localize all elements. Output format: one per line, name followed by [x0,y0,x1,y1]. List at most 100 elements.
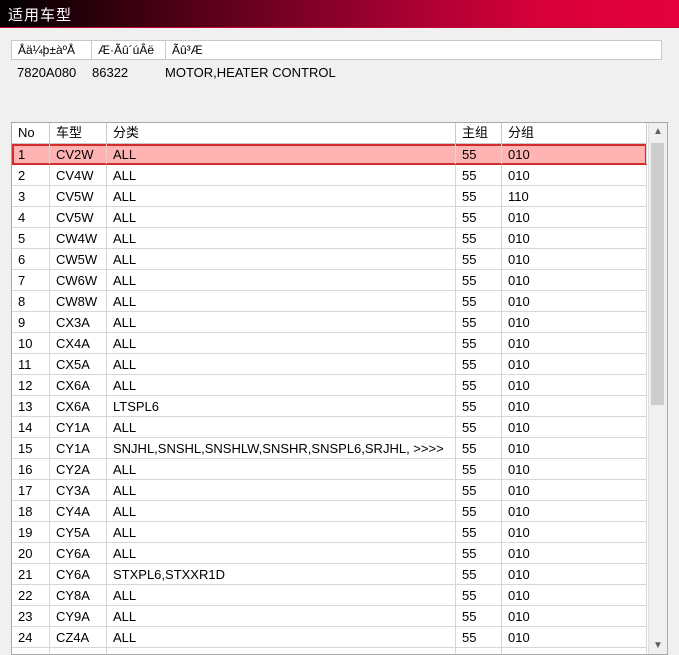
cell-main-group: 55 [456,333,502,353]
cell-category: ALL [107,501,456,521]
table-row[interactable]: 7 CW6W ALL 55 010 [12,270,647,291]
col-header-category[interactable]: 分类 [107,123,456,143]
cell-main-group: 55 [456,144,502,164]
col-header-no[interactable]: No [12,123,50,143]
cell-model: CY6A [50,543,107,563]
grid-header: No 车型 分类 主组 分组 [12,123,647,144]
part-number-header[interactable]: Åä¼þ±àºÅ [12,41,92,59]
col-header-model[interactable]: 车型 [50,123,107,143]
cell-no: 1 [12,144,50,164]
table-row[interactable]: 13 CX6A LTSPL6 55 010 [12,396,647,417]
cell-category: ALL [107,249,456,269]
cell-category: ALL [107,459,456,479]
part-name-header[interactable]: Ãû³Æ [166,41,661,59]
cell-no: 18 [12,501,50,521]
cell-category: ALL [107,522,456,542]
table-row[interactable]: 20 CY6A ALL 55 010 [12,543,647,564]
cell-main-group: 55 [456,228,502,248]
table-row[interactable]: 15 CY1A SNJHL,SNSHL,SNSHLW,SNSHR,SNSPL6,SR… [12,438,647,459]
table-row[interactable]: 18 CY4A ALL 55 010 [12,501,647,522]
cell-model: CY9A [50,606,107,626]
cell-main-group [456,648,502,654]
cell-main-group: 55 [456,501,502,521]
cell-main-group: 55 [456,417,502,437]
table-row[interactable]: 23 CY9A ALL 55 010 [12,606,647,627]
cell-main-group: 55 [456,207,502,227]
scroll-thumb[interactable] [651,143,664,405]
cell-sub-group: 010 [502,585,647,605]
vertical-scrollbar[interactable]: ▲ ▼ [648,123,667,654]
cell-model: CX3A [50,312,107,332]
cell-main-group: 55 [456,249,502,269]
part-info-header: Åä¼þ±àºÅ Æ·Ãû´úÂë Ãû³Æ [11,40,662,60]
window-title: 适用车型 [8,6,73,24]
cell-sub-group: 010 [502,564,647,584]
table-row[interactable]: 21 CY6A STXPL6,STXXR1D 55 010 [12,564,647,585]
cell-category: LTSPL6 [107,396,456,416]
table-row-selected[interactable]: 1 CV2W ALL 55 010 [12,144,647,165]
table-row[interactable]: 19 CY5A ALL 55 010 [12,522,647,543]
cell-model: CW5W [50,249,107,269]
cell-main-group: 55 [456,606,502,626]
cell-category: ALL [107,417,456,437]
table-row[interactable]: 8 CW8W ALL 55 010 [12,291,647,312]
cell-no: 9 [12,312,50,332]
cell-main-group: 55 [456,186,502,206]
cell-no: 7 [12,270,50,290]
table-row[interactable]: 22 CY8A ALL 55 010 [12,585,647,606]
chevron-up-icon[interactable]: ▲ [649,123,667,140]
table-row[interactable]: 9 CX3A ALL 55 010 [12,312,647,333]
col-header-sub-group[interactable]: 分组 [502,123,647,143]
cell-model: CY1A [50,438,107,458]
cell-model: CW4W [50,228,107,248]
table-row[interactable]: 3 CV5W ALL 55 110 [12,186,647,207]
cell-model: CW6W [50,270,107,290]
cell-no: 24 [12,627,50,647]
cell-main-group: 55 [456,627,502,647]
cell-model: CV5W [50,186,107,206]
cell-sub-group [502,648,647,654]
cell-model: CY3A [50,480,107,500]
chevron-down-icon[interactable]: ▼ [649,637,667,654]
cell-model: CZ4A [50,627,107,647]
cell-category: ALL [107,270,456,290]
cell-main-group: 55 [456,522,502,542]
cell-main-group: 55 [456,564,502,584]
cell-main-group: 55 [456,291,502,311]
cell-no: 13 [12,396,50,416]
cell-no: 22 [12,585,50,605]
cell-model: CX4A [50,333,107,353]
product-code-value: 86322 [92,65,129,80]
cell-model: CY5A [50,522,107,542]
cell-category: ALL [107,606,456,626]
table-row[interactable]: 10 CX4A ALL 55 010 [12,333,647,354]
table-row[interactable]: 24 CZ4A ALL 55 010 [12,627,647,648]
cell-no: 19 [12,522,50,542]
applicable-models-grid[interactable]: No 车型 分类 主组 分组 1 CV2W ALL 55 010 2 CV4W ALL 55 01… [11,122,668,655]
cell-no: 17 [12,480,50,500]
table-row[interactable]: 17 CY3A ALL 55 010 [12,480,647,501]
cell-main-group: 55 [456,585,502,605]
table-row[interactable]: 2 CV4W ALL 55 010 [12,165,647,186]
cell-sub-group: 010 [502,270,647,290]
cell-no: 6 [12,249,50,269]
cell-category: ALL [107,291,456,311]
table-row[interactable]: 16 CY2A ALL 55 010 [12,459,647,480]
col-header-main-group[interactable]: 主组 [456,123,502,143]
cell-sub-group: 010 [502,333,647,353]
cell-sub-group: 010 [502,459,647,479]
cell-main-group: 55 [456,396,502,416]
table-row[interactable]: 5 CW4W ALL 55 010 [12,228,647,249]
table-row[interactable]: 6 CW5W ALL 55 010 [12,249,647,270]
table-row[interactable]: 12 CX6A ALL 55 010 [12,375,647,396]
table-row[interactable]: 25 [12,648,647,654]
cell-no: 23 [12,606,50,626]
table-row[interactable]: 14 CY1A ALL 55 010 [12,417,647,438]
cell-main-group: 55 [456,438,502,458]
cell-model: CY8A [50,585,107,605]
cell-no: 4 [12,207,50,227]
product-code-header[interactable]: Æ·Ãû´úÂë [92,41,166,59]
cell-category: ALL [107,480,456,500]
table-row[interactable]: 4 CV5W ALL 55 010 [12,207,647,228]
table-row[interactable]: 11 CX5A ALL 55 010 [12,354,647,375]
